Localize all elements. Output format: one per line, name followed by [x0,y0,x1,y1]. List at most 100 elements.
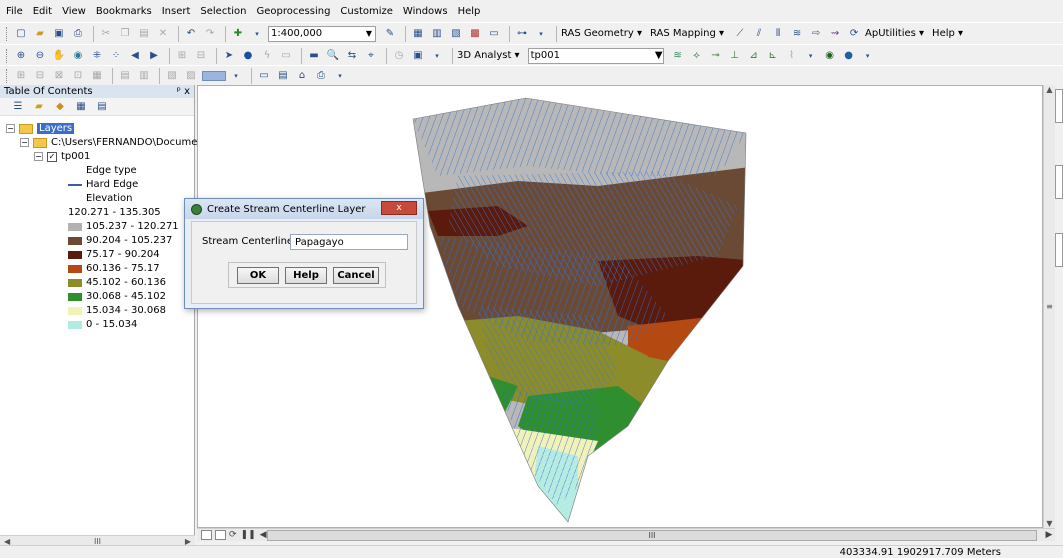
chevron-down-icon[interactable]: ▾ [860,48,876,64]
layer-visibility-checkbox[interactable]: ✓ [47,151,57,162]
forward-extent-icon[interactable]: ▶ [146,48,162,64]
steepest-path-icon[interactable]: ⟡ [689,48,705,64]
list-by-selection-icon[interactable]: ▦ [73,99,89,115]
aputilities-menu[interactable]: ApUtilities ▾ [865,28,924,39]
layer-name[interactable]: tp001 [61,151,90,162]
flood-arrow-icon[interactable]: ⇝ [827,26,843,42]
line-of-sight-icon[interactable]: ⊸ [708,48,724,64]
toc-path-row[interactable]: − C:\Users\FERNANDO\Document [20,136,208,149]
profile-graph-icon[interactable]: ⌇ [784,48,800,64]
toolbar-grip[interactable] [6,48,9,63]
report-icon[interactable]: ▤ [275,68,291,84]
scroll-thumb[interactable]: III [267,529,1037,541]
ok-button[interactable]: OK [237,267,279,284]
flowpath-icon[interactable]: ⫽ [751,26,767,42]
georef-links-icon[interactable]: ▦ [89,68,105,84]
map-vertical-scrollbar[interactable]: ▲ ≡ ▼ [1043,85,1055,528]
find-icon[interactable]: 🔍 [325,48,341,64]
arctoolbox-icon[interactable]: ▩ [467,26,483,42]
back-extent-icon[interactable]: ◀ [127,48,143,64]
chevron-down-icon[interactable]: ▾ [228,68,244,84]
contour-icon[interactable]: ≋ [670,48,686,64]
cut-icon[interactable]: ✂ [98,26,114,42]
bank-lines-icon[interactable]: ≋ [789,26,805,42]
class-color-swatch[interactable] [68,278,82,287]
catalog-window-icon[interactable]: ▥ [429,26,445,42]
open-folder-icon[interactable]: ▰ [32,26,48,42]
chevron-down-icon[interactable]: ▾ [533,26,549,42]
help-toolbar-menu[interactable]: Help ▾ [932,28,963,39]
undo-icon[interactable]: ↶ [183,26,199,42]
color-swatch[interactable] [202,70,226,81]
scroll-down-icon[interactable]: ▼ [1046,519,1052,528]
export-icon[interactable]: ⎙ [313,68,329,84]
layout-view-icon[interactable] [215,530,226,540]
menu-selection[interactable]: Selection [200,6,246,17]
full-extent-icon[interactable]: ◉ [70,48,86,64]
georef-table-icon[interactable]: ▤ [117,68,133,84]
hyperlink-icon[interactable]: ϟ [259,48,275,64]
layout-pan-icon[interactable]: ▨ [183,68,199,84]
arcglobe-icon[interactable]: ● [841,48,857,64]
class-color-swatch[interactable] [68,320,82,329]
menu-bookmarks[interactable]: Bookmarks [96,6,152,17]
class-color-swatch[interactable] [68,222,82,231]
menu-view[interactable]: View [62,6,86,17]
collapse-icon[interactable]: − [34,152,43,161]
page-layout-icon[interactable]: ▭ [256,68,272,84]
ras-mapping-menu[interactable]: RAS Mapping ▾ [650,28,724,39]
menu-geoprocessing[interactable]: Geoprocessing [257,6,331,17]
menu-file[interactable]: File [6,6,23,17]
map-book-icon[interactable]: ⌂ [294,68,310,84]
fixed-zoom-out-icon[interactable]: ⁘ [108,48,124,64]
georef-update-icon[interactable]: ▥ [136,68,152,84]
stream-centerline-icon[interactable]: ⟋ [732,26,748,42]
find-route-icon[interactable]: ⇆ [344,48,360,64]
toolbar-grip[interactable] [6,26,9,41]
interpolate-line-icon[interactable]: ⊿ [746,48,762,64]
toolbar-grip[interactable] [6,68,9,83]
paste-icon[interactable]: ▤ [136,26,152,42]
scroll-right-icon[interactable]: ▶ [1043,530,1055,540]
chevron-down-icon[interactable]: ▾ [803,48,819,64]
list-by-source-icon[interactable]: ▰ [31,99,47,115]
menu-edit[interactable]: Edit [33,6,52,17]
catalog-dock-tab[interactable] [1055,89,1063,123]
refresh-view-icon[interactable]: ⟳ [229,530,237,540]
list-by-drawing-order-icon[interactable]: ☰ [10,99,26,115]
scroll-left-icon[interactable]: ◀ [260,530,267,540]
redo-icon[interactable]: ↷ [202,26,218,42]
clear-selection-icon[interactable]: ⊟ [193,48,209,64]
layout-zoom-icon[interactable]: ▧ [164,68,180,84]
time-slider-icon[interactable]: ◷ [391,48,407,64]
flow-direction-icon[interactable]: ⇨ [808,26,824,42]
toc-layer-row[interactable]: − ✓ tp001 [34,150,90,163]
menu-windows[interactable]: Windows [403,6,448,17]
options-icon[interactable]: ▤ [94,99,110,115]
georef-rotate-icon[interactable]: ⊟ [32,68,48,84]
cancel-button[interactable]: Cancel [333,267,379,284]
model-builder-icon[interactable]: ⊶ [514,26,530,42]
scroll-track[interactable]: III [267,529,1043,541]
list-by-visibility-icon[interactable]: ◆ [52,99,68,115]
toolbox-dock-tab[interactable] [1055,233,1063,267]
class-color-swatch[interactable] [68,292,82,301]
interpolate-polygon-icon[interactable]: ⊾ [765,48,781,64]
fixed-zoom-in-icon[interactable]: ⁜ [89,48,105,64]
menu-insert[interactable]: Insert [162,6,191,17]
map-scale-select[interactable]: 1:400,000 ▼ [268,25,376,42]
save-icon[interactable]: ▣ [51,26,67,42]
toc-pin-close[interactable]: ᵖ x [177,86,190,97]
refresh-icon[interactable]: ⟳ [846,26,862,42]
python-window-icon[interactable]: ▭ [486,26,502,42]
identify-icon[interactable]: ● [240,48,256,64]
xs-cutlines-icon[interactable]: ⦀ [770,26,786,42]
select-elements-icon[interactable]: ➤ [221,48,237,64]
menu-help[interactable]: Help [458,6,481,17]
class-color-swatch[interactable] [68,264,82,273]
layers-label[interactable]: Layers [37,123,75,134]
create-viewer-icon[interactable]: ▣ [410,48,426,64]
chevron-down-icon[interactable]: ▾ [332,68,348,84]
class-color-swatch[interactable] [68,306,82,315]
html-popup-icon[interactable]: ▭ [278,48,294,64]
